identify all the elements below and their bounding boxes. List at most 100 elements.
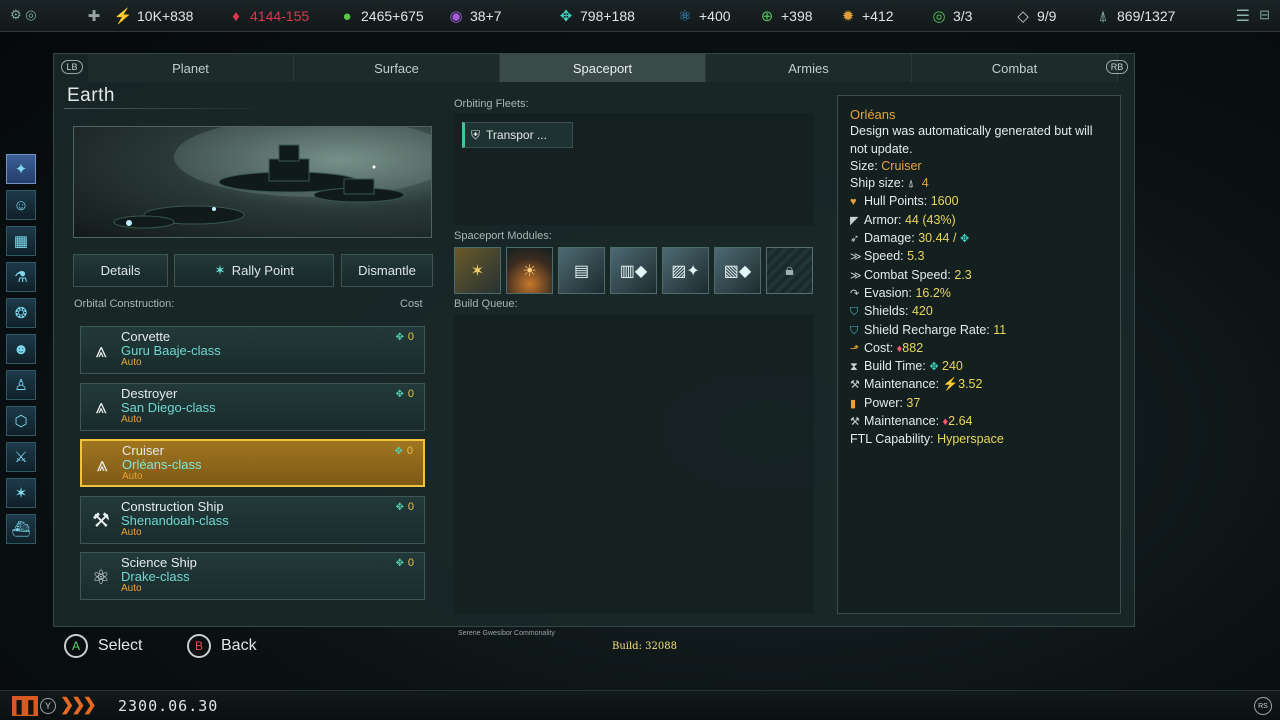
cost-value: 0 xyxy=(407,387,414,400)
jobs-icon[interactable]: ▦ xyxy=(6,226,36,256)
pause-icon[interactable]: ❚❚ xyxy=(12,696,38,716)
size-value: Cruiser xyxy=(881,158,922,173)
planets-icon: ◇ xyxy=(1017,8,1029,25)
tab-planet[interactable]: Planet xyxy=(88,54,294,82)
menu-icon[interactable]: ☰ xyxy=(1236,6,1250,26)
atom-icon: ⚛ xyxy=(92,566,110,589)
engineering-research-icon: ✹ xyxy=(841,8,855,25)
resource-energy[interactable]: ⚡ 10K+838 xyxy=(113,5,194,27)
ship-cost: ✥ 0 xyxy=(395,557,414,569)
construction-item[interactable]: ⚛ Science Ship Drake-class Auto ✥ 0 xyxy=(80,552,425,600)
resource-minerals[interactable]: ♦ 4144-155 xyxy=(226,5,309,27)
construction-item[interactable]: ⩓ Cruiser Orléans-class Auto ✥ 0 xyxy=(80,439,425,487)
evasion-icon: ↷ xyxy=(850,287,860,300)
armor-icon: ◤ xyxy=(850,214,859,227)
construction-item[interactable]: ⩓ Corvette Guru Baaje-class Auto ✥ 0 xyxy=(80,326,425,374)
resource-influence[interactable]: ◉ 38+7 xyxy=(446,5,501,27)
cost-row: ⬏ Cost: ♦882 xyxy=(850,340,1108,358)
ship-type: Cruiser xyxy=(122,443,164,458)
build-queue-label: Build Queue: xyxy=(454,298,518,310)
evasion-value: 16.2% xyxy=(915,285,951,300)
y-button-icon: Y xyxy=(40,698,56,714)
construction-item[interactable]: ⚒ Construction Ship Shenandoah-class Auto ✥ 0 xyxy=(80,495,425,544)
game-speed-icon[interactable]: ❯❯❯ xyxy=(60,695,97,715)
back-control[interactable]: B Back xyxy=(187,633,257,659)
module-shipyard-upgrade-icon[interactable]: ▥◆ xyxy=(610,247,657,294)
ship-designer-icon[interactable]: ⛴ xyxy=(6,514,36,544)
resource-value: 4144-155 xyxy=(250,8,310,24)
leader-icon[interactable]: ♙ xyxy=(6,370,36,400)
resource-planets[interactable]: ◇ 9/9 xyxy=(1013,5,1056,27)
alloy-icon: ✥ xyxy=(394,446,403,457)
rb-bumper-hint: RB xyxy=(1106,60,1128,74)
hull-value: 1600 xyxy=(930,194,959,209)
minerals-icon: ♦ xyxy=(232,7,240,25)
construction-item[interactable]: ⩓ Destroyer San Diego-class Auto ✥ 0 xyxy=(80,382,425,431)
shield-icon: ⛉ xyxy=(850,306,859,319)
empire-icon[interactable]: ✚ xyxy=(84,5,108,27)
combat-swords-icon[interactable]: ⚔ xyxy=(6,442,36,472)
ship-design: Drake-class xyxy=(121,569,190,584)
alloy-icon: ✥ xyxy=(395,332,404,343)
module-solar-icon[interactable]: ☀ xyxy=(506,247,553,294)
resource-food[interactable]: ● 2465+675 xyxy=(337,5,423,27)
module-shipyard-icon[interactable]: ▤ xyxy=(558,247,605,294)
resource-value: 798+188 xyxy=(580,8,635,24)
armor-row: ◤ Armor: 44 (43%) xyxy=(850,212,1108,230)
combat-speed-icon: ≫ xyxy=(850,269,862,282)
outliner-icon[interactable]: ⊟ xyxy=(1259,7,1270,23)
spaceport-modules: ✶ ☀ ▤ ▥◆ ▨✦ ▧◆ 🔒︎ xyxy=(454,247,818,294)
tab-combat[interactable]: Combat xyxy=(912,54,1118,82)
design-description: Design was automatically generated but w… xyxy=(850,124,1093,156)
module-naval-logistics-icon[interactable]: ▨✦ xyxy=(662,247,709,294)
ship-cost: ✥ 0 xyxy=(395,388,414,400)
tab-spaceport[interactable]: Spaceport xyxy=(500,54,706,82)
recharge-row: ⛉ Shield Recharge Rate: 11 xyxy=(850,322,1108,340)
system-icons[interactable]: ⚙ ◎ xyxy=(10,7,37,23)
tools-icon: ⚒ xyxy=(92,510,110,532)
ship-cost: ✥ 0 xyxy=(395,331,414,343)
module-defense-icon[interactable]: ▧◆ xyxy=(714,247,761,294)
cost-column-label: Cost xyxy=(400,298,423,310)
resource-edicts[interactable]: ◎ 3/3 xyxy=(929,5,972,27)
resource-society-research[interactable]: ⊕ +398 xyxy=(757,5,813,27)
factions-icon[interactable]: ☻ xyxy=(6,334,36,364)
tab-armies[interactable]: Armies xyxy=(706,54,912,82)
power-row: ▮ Power: 37 xyxy=(850,395,1108,413)
rally-point-button[interactable]: ✶ Rally Point xyxy=(174,254,334,287)
resource-engineering-research[interactable]: ✹ +412 xyxy=(838,5,894,27)
b-button-icon: B xyxy=(187,634,211,658)
combat-speed-label: Combat Speed: xyxy=(864,267,951,282)
module-anchorage-icon[interactable]: ✶ xyxy=(454,247,501,294)
tab-surface[interactable]: Surface xyxy=(294,54,500,82)
planet-overview-icon[interactable]: ✦ xyxy=(6,154,36,184)
fleet-name: Transpor ... xyxy=(486,128,547,142)
resource-value: +398 xyxy=(781,8,813,24)
resource-fleet-capacity[interactable]: ⍋ 869/1327 xyxy=(1093,5,1175,27)
traditions-stars-icon[interactable]: ✶ xyxy=(6,478,36,508)
policies-icon[interactable]: ⬡ xyxy=(6,406,36,436)
cost-value: 0 xyxy=(407,557,414,569)
energy-icon: ⚡ xyxy=(113,8,133,25)
population-icon[interactable]: ☺ xyxy=(6,190,36,220)
maintenance-energy-value: 3.52 xyxy=(958,377,983,392)
ship-design: Orléans-class xyxy=(122,457,202,472)
shields-label: Shields: xyxy=(864,304,909,319)
rs-button-icon: RS xyxy=(1254,697,1272,715)
resource-unity[interactable]: ✥ 798+188 xyxy=(556,5,635,27)
size-label: Size: xyxy=(850,158,878,173)
cost-label: Cost: xyxy=(864,340,894,355)
select-control[interactable]: A Select xyxy=(64,633,142,659)
dismantle-button[interactable]: Dismantle xyxy=(341,254,433,287)
game-date: 2300.06.30 xyxy=(118,697,219,715)
build-number: Build: 32088 xyxy=(612,641,677,652)
design-mode: Auto xyxy=(121,413,142,425)
cost-value: 0 xyxy=(406,445,413,457)
alloy-icon: ✥ xyxy=(395,388,404,400)
research-flask-icon[interactable]: ⚗ xyxy=(6,262,36,292)
resource-physics-research[interactable]: ⚛ +400 xyxy=(675,5,730,27)
ship-size-icon: ⍋ xyxy=(907,178,915,191)
fleet-item[interactable]: ⛨ Transpor ... xyxy=(462,122,573,148)
species-icon[interactable]: ❂ xyxy=(6,298,36,328)
details-button[interactable]: Details xyxy=(73,254,168,287)
